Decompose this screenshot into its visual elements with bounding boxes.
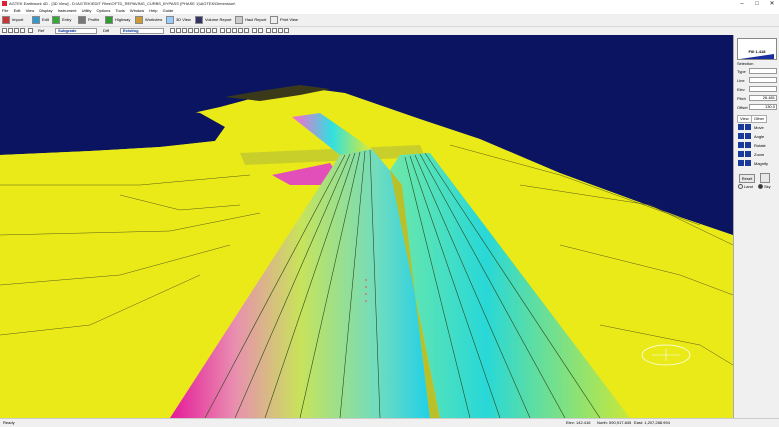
terrain-scene xyxy=(0,85,733,418)
tool-icon-12[interactable] xyxy=(272,28,277,33)
nav-magnify[interactable]: Magnify xyxy=(738,160,778,167)
volume-report-button[interactable]: Volume Report xyxy=(195,15,231,24)
import-icon xyxy=(2,15,10,24)
window-title: AGTEK Earthwork 4D - [3D View] - D:\AGTE… xyxy=(9,1,236,6)
tool-icon-10[interactable] xyxy=(258,28,263,33)
magnify-in-icon[interactable] xyxy=(738,160,744,166)
status-east: East: 1,207,288.994 xyxy=(634,420,670,425)
close-button[interactable]: ✕ xyxy=(765,0,779,8)
angle-up-icon[interactable] xyxy=(738,133,744,139)
workview-icon xyxy=(135,15,143,24)
field-pitch: Pitch 26.481 xyxy=(737,95,777,101)
land-radio-circle[interactable] xyxy=(738,184,743,190)
tool-icon-2[interactable] xyxy=(176,28,181,33)
ref-surface-select[interactable]: Subgrade xyxy=(55,28,97,34)
status-north: North: 590,917.845 xyxy=(597,420,632,425)
tool-icon-4[interactable] xyxy=(188,28,193,33)
profile-button[interactable]: Profile xyxy=(78,15,99,24)
type-input[interactable] xyxy=(749,68,777,74)
tool-icon-14[interactable] xyxy=(284,28,289,33)
magnify-out-icon[interactable] xyxy=(745,160,751,166)
reset-button[interactable]: Reset xyxy=(739,174,755,183)
field-type: Type xyxy=(737,68,777,75)
title-bar: AGTEK Earthwork 4D - [3D View] - D:\AGTE… xyxy=(0,0,779,8)
new-icon[interactable] xyxy=(2,28,7,33)
land-radio[interactable]: Land xyxy=(738,184,753,190)
tool-icon-8[interactable] xyxy=(212,28,217,33)
field-line: Line xyxy=(737,77,777,84)
lock-icon[interactable] xyxy=(760,173,770,183)
offset-input[interactable]: 130.0 xyxy=(749,104,777,110)
tool-icon-3[interactable] xyxy=(182,28,187,33)
tool-icon-11[interactable] xyxy=(266,28,271,33)
tool-icon-5[interactable] xyxy=(194,28,199,33)
move-left-icon[interactable] xyxy=(738,124,744,130)
tab-other[interactable]: Other xyxy=(751,115,768,123)
side-tabs: View Other xyxy=(737,115,777,123)
fill-indicator: Fill 1.418 xyxy=(737,38,777,60)
rotate-right-icon[interactable] xyxy=(745,142,751,148)
elev-input[interactable] xyxy=(749,86,777,92)
tool-icon-1[interactable] xyxy=(170,28,175,33)
diff-label: Diff xyxy=(103,28,109,33)
print-view-icon xyxy=(270,15,278,24)
nav-zoom[interactable]: Zoom xyxy=(738,151,778,158)
entry-button[interactable]: Entry xyxy=(52,15,71,24)
tool-icon-13[interactable] xyxy=(278,28,283,33)
status-ready: Ready xyxy=(3,420,15,425)
help-icon[interactable] xyxy=(28,28,33,33)
selection-label: Selection xyxy=(737,61,754,66)
tab-view[interactable]: View xyxy=(737,115,752,123)
side-panel: Fill 1.418 Selection Type Line Elev Pitc… xyxy=(733,35,779,418)
save-icon[interactable] xyxy=(14,28,19,33)
print-view-button[interactable]: Print View xyxy=(270,15,298,24)
fill-wedge-icon xyxy=(740,54,774,59)
edit-button[interactable]: Edit xyxy=(32,15,49,24)
field-offset: Offset 130.0 xyxy=(737,104,777,110)
profile-icon xyxy=(78,15,86,24)
tool-icon-9[interactable] xyxy=(252,28,257,33)
rotate-left-icon[interactable] xyxy=(738,142,744,148)
import-button[interactable]: Import xyxy=(2,15,23,24)
pitch-input[interactable]: 26.481 xyxy=(749,95,777,101)
nav-rotate[interactable]: Rotate xyxy=(738,142,778,149)
move-right-icon[interactable] xyxy=(745,124,751,130)
edit-icon xyxy=(32,15,40,24)
3d-view-icon xyxy=(166,15,174,24)
open-icon[interactable] xyxy=(8,28,13,33)
field-elev: Elev xyxy=(737,86,777,93)
haul-report-icon xyxy=(235,15,243,24)
app-icon xyxy=(2,1,7,6)
sky-radio-circle[interactable] xyxy=(758,184,763,190)
play-prev-icon[interactable] xyxy=(226,28,231,33)
play-first-icon[interactable] xyxy=(220,28,225,33)
entry-icon xyxy=(52,15,60,24)
line-input[interactable] xyxy=(749,77,777,83)
zoom-out-icon[interactable] xyxy=(745,151,751,157)
play-last-icon[interactable] xyxy=(244,28,249,33)
nav-angle[interactable]: Angle xyxy=(738,133,778,140)
ref-label: Ref xyxy=(38,28,45,33)
tool-icon-6[interactable] xyxy=(200,28,205,33)
highway-button[interactable]: Highway xyxy=(105,15,130,24)
main-toolbar: Import Edit Entry Profile Highway Workvi… xyxy=(0,14,779,27)
highway-icon xyxy=(105,15,113,24)
play-stop-icon[interactable] xyxy=(232,28,237,33)
tool-icon-7[interactable] xyxy=(206,28,211,33)
minimize-button[interactable]: – xyxy=(735,0,749,8)
nav-move[interactable]: Move xyxy=(738,124,778,131)
sky-radio[interactable]: Sky xyxy=(758,184,771,190)
haul-report-button[interactable]: Haul Report xyxy=(235,15,266,24)
zoom-in-icon[interactable] xyxy=(738,151,744,157)
play-next-icon[interactable] xyxy=(238,28,243,33)
print-icon[interactable] xyxy=(20,28,25,33)
workview-button[interactable]: Workview xyxy=(135,15,162,24)
diff-surface-select[interactable]: Existing xyxy=(120,28,164,34)
angle-down-icon[interactable] xyxy=(745,133,751,139)
maximize-button[interactable]: □ xyxy=(750,0,764,8)
3d-viewport[interactable] xyxy=(0,35,733,418)
3d-view-button[interactable]: 3D View xyxy=(166,15,191,24)
status-elev: Elev: 142.416 xyxy=(566,420,591,425)
volume-report-icon xyxy=(195,15,203,24)
